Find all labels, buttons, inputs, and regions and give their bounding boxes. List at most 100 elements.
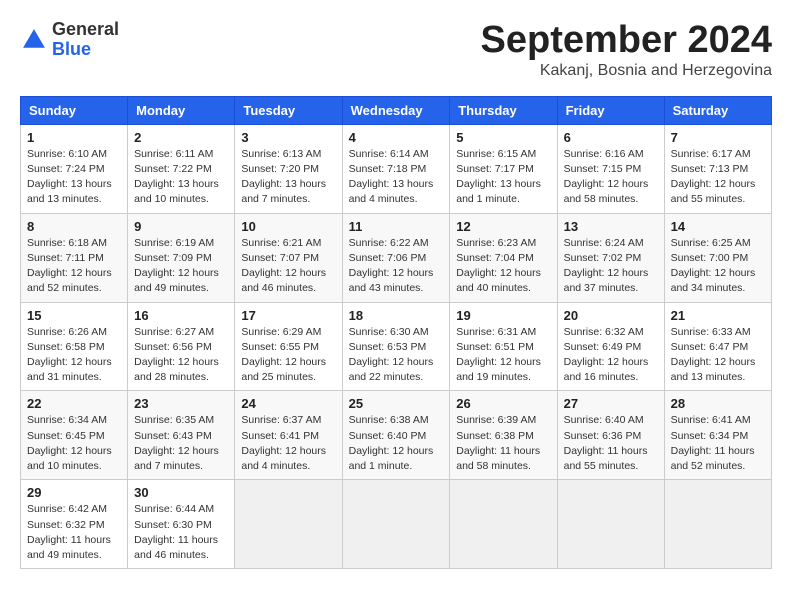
calendar-cell: 3 Sunrise: 6:13 AM Sunset: 7:20 PM Daylig… (235, 124, 342, 213)
day-number: 14 (671, 219, 765, 234)
day-detail: Sunrise: 6:16 AM Sunset: 7:15 PM Dayligh… (564, 147, 658, 208)
day-header-saturday: Saturday (664, 96, 771, 124)
calendar-cell: 8 Sunrise: 6:18 AM Sunset: 7:11 PM Daylig… (21, 213, 128, 302)
day-number: 17 (241, 308, 335, 323)
day-detail: Sunrise: 6:44 AM Sunset: 6:30 PM Dayligh… (134, 502, 228, 563)
calendar-cell: 12 Sunrise: 6:23 AM Sunset: 7:04 PM Dayli… (450, 213, 557, 302)
day-detail: Sunrise: 6:40 AM Sunset: 6:36 PM Dayligh… (564, 413, 658, 474)
day-detail: Sunrise: 6:11 AM Sunset: 7:22 PM Dayligh… (134, 147, 228, 208)
logo-general-text: General (52, 20, 119, 40)
day-number: 29 (27, 485, 121, 500)
day-header-thursday: Thursday (450, 96, 557, 124)
day-header-sunday: Sunday (21, 96, 128, 124)
day-detail: Sunrise: 6:38 AM Sunset: 6:40 PM Dayligh… (349, 413, 444, 474)
day-detail: Sunrise: 6:21 AM Sunset: 7:07 PM Dayligh… (241, 236, 335, 297)
day-detail: Sunrise: 6:13 AM Sunset: 7:20 PM Dayligh… (241, 147, 335, 208)
calendar-cell: 11Sunrise: 6:22 AM Sunset: 7:06 PM Dayli… (342, 213, 450, 302)
day-number: 26 (456, 396, 550, 411)
day-number: 19 (456, 308, 550, 323)
calendar-cell: 4 Sunrise: 6:14 AM Sunset: 7:18 PM Daylig… (342, 124, 450, 213)
calendar-cell: 24 Sunrise: 6:37 AM Sunset: 6:41 PM Dayli… (235, 391, 342, 480)
calendar-cell: 14Sunrise: 6:25 AM Sunset: 7:00 PM Dayli… (664, 213, 771, 302)
calendar-cell: 16 Sunrise: 6:27 AM Sunset: 6:56 PM Dayli… (128, 302, 235, 391)
calendar-cell: 2 Sunrise: 6:11 AM Sunset: 7:22 PM Daylig… (128, 124, 235, 213)
calendar-cell: 25Sunrise: 6:38 AM Sunset: 6:40 PM Dayli… (342, 391, 450, 480)
day-number: 13 (564, 219, 658, 234)
calendar-cell: 5Sunrise: 6:15 AM Sunset: 7:17 PM Daylig… (450, 124, 557, 213)
title-section: September 2024 Kakanj, Bosnia and Herzeg… (481, 20, 773, 80)
calendar-cell: 15 Sunrise: 6:26 AM Sunset: 6:58 PM Dayli… (21, 302, 128, 391)
day-number: 12 (456, 219, 550, 234)
day-detail: Sunrise: 6:14 AM Sunset: 7:18 PM Dayligh… (349, 147, 444, 208)
day-detail: Sunrise: 6:35 AM Sunset: 6:43 PM Dayligh… (134, 413, 228, 474)
calendar-cell: 10Sunrise: 6:21 AM Sunset: 7:07 PM Dayli… (235, 213, 342, 302)
day-number: 2 (134, 130, 228, 145)
day-detail: Sunrise: 6:18 AM Sunset: 7:11 PM Dayligh… (27, 236, 121, 297)
calendar-cell: 13 Sunrise: 6:24 AM Sunset: 7:02 PM Dayli… (557, 213, 664, 302)
day-number: 3 (241, 130, 335, 145)
day-number: 23 (134, 396, 228, 411)
day-detail: Sunrise: 6:32 AM Sunset: 6:49 PM Dayligh… (564, 325, 658, 386)
calendar-table: SundayMondayTuesdayWednesdayThursdayFrid… (20, 96, 772, 569)
day-detail: Sunrise: 6:34 AM Sunset: 6:45 PM Dayligh… (27, 413, 121, 474)
day-number: 24 (241, 396, 335, 411)
day-number: 8 (27, 219, 121, 234)
calendar-cell: 6 Sunrise: 6:16 AM Sunset: 7:15 PM Daylig… (557, 124, 664, 213)
day-number: 30 (134, 485, 228, 500)
day-detail: Sunrise: 6:33 AM Sunset: 6:47 PM Dayligh… (671, 325, 765, 386)
day-detail: Sunrise: 6:42 AM Sunset: 6:32 PM Dayligh… (27, 502, 121, 563)
calendar-week-row: 22 Sunrise: 6:34 AM Sunset: 6:45 PM Dayli… (21, 391, 772, 480)
day-detail: Sunrise: 6:23 AM Sunset: 7:04 PM Dayligh… (456, 236, 550, 297)
logo: General Blue (20, 20, 119, 60)
calendar-cell: 1Sunrise: 6:10 AM Sunset: 7:24 PM Daylig… (21, 124, 128, 213)
day-number: 6 (564, 130, 658, 145)
day-number: 20 (564, 308, 658, 323)
day-number: 15 (27, 308, 121, 323)
day-header-friday: Friday (557, 96, 664, 124)
calendar-week-row: 15 Sunrise: 6:26 AM Sunset: 6:58 PM Dayli… (21, 302, 772, 391)
calendar-cell: 23 Sunrise: 6:35 AM Sunset: 6:43 PM Dayli… (128, 391, 235, 480)
calendar-cell: 7 Sunrise: 6:17 AM Sunset: 7:13 PM Daylig… (664, 124, 771, 213)
day-detail: Sunrise: 6:41 AM Sunset: 6:34 PM Dayligh… (671, 413, 765, 474)
day-number: 7 (671, 130, 765, 145)
day-detail: Sunrise: 6:10 AM Sunset: 7:24 PM Dayligh… (27, 147, 121, 208)
day-number: 16 (134, 308, 228, 323)
calendar-cell (342, 480, 450, 569)
calendar-cell: 29 Sunrise: 6:42 AM Sunset: 6:32 PM Dayli… (21, 480, 128, 569)
day-detail: Sunrise: 6:26 AM Sunset: 6:58 PM Dayligh… (27, 325, 121, 386)
calendar-cell: 9 Sunrise: 6:19 AM Sunset: 7:09 PM Daylig… (128, 213, 235, 302)
calendar-cell: 22 Sunrise: 6:34 AM Sunset: 6:45 PM Dayli… (21, 391, 128, 480)
day-number: 9 (134, 219, 228, 234)
calendar-cell: 28 Sunrise: 6:41 AM Sunset: 6:34 PM Dayli… (664, 391, 771, 480)
day-number: 11 (349, 219, 444, 234)
day-number: 4 (349, 130, 444, 145)
calendar-cell: 20 Sunrise: 6:32 AM Sunset: 6:49 PM Dayli… (557, 302, 664, 391)
day-number: 27 (564, 396, 658, 411)
day-detail: Sunrise: 6:24 AM Sunset: 7:02 PM Dayligh… (564, 236, 658, 297)
day-detail: Sunrise: 6:17 AM Sunset: 7:13 PM Dayligh… (671, 147, 765, 208)
calendar-cell: 18Sunrise: 6:30 AM Sunset: 6:53 PM Dayli… (342, 302, 450, 391)
logo-icon (20, 26, 48, 54)
day-detail: Sunrise: 6:27 AM Sunset: 6:56 PM Dayligh… (134, 325, 228, 386)
calendar-week-row: 1Sunrise: 6:10 AM Sunset: 7:24 PM Daylig… (21, 124, 772, 213)
calendar-cell: 30 Sunrise: 6:44 AM Sunset: 6:30 PM Dayli… (128, 480, 235, 569)
day-header-tuesday: Tuesday (235, 96, 342, 124)
day-header-wednesday: Wednesday (342, 96, 450, 124)
calendar-week-row: 29 Sunrise: 6:42 AM Sunset: 6:32 PM Dayli… (21, 480, 772, 569)
day-detail: Sunrise: 6:39 AM Sunset: 6:38 PM Dayligh… (456, 413, 550, 474)
day-number: 28 (671, 396, 765, 411)
day-header-monday: Monday (128, 96, 235, 124)
calendar-cell (664, 480, 771, 569)
calendar-cell: 27 Sunrise: 6:40 AM Sunset: 6:36 PM Dayli… (557, 391, 664, 480)
calendar-week-row: 8 Sunrise: 6:18 AM Sunset: 7:11 PM Daylig… (21, 213, 772, 302)
calendar-cell (235, 480, 342, 569)
calendar-cell (450, 480, 557, 569)
day-detail: Sunrise: 6:29 AM Sunset: 6:55 PM Dayligh… (241, 325, 335, 386)
page-header: General Blue September 2024 Kakanj, Bosn… (20, 20, 772, 80)
day-detail: Sunrise: 6:19 AM Sunset: 7:09 PM Dayligh… (134, 236, 228, 297)
day-detail: Sunrise: 6:37 AM Sunset: 6:41 PM Dayligh… (241, 413, 335, 474)
calendar-cell: 26 Sunrise: 6:39 AM Sunset: 6:38 PM Dayli… (450, 391, 557, 480)
location-title: Kakanj, Bosnia and Herzegovina (481, 62, 773, 80)
day-number: 22 (27, 396, 121, 411)
calendar-cell: 19Sunrise: 6:31 AM Sunset: 6:51 PM Dayli… (450, 302, 557, 391)
